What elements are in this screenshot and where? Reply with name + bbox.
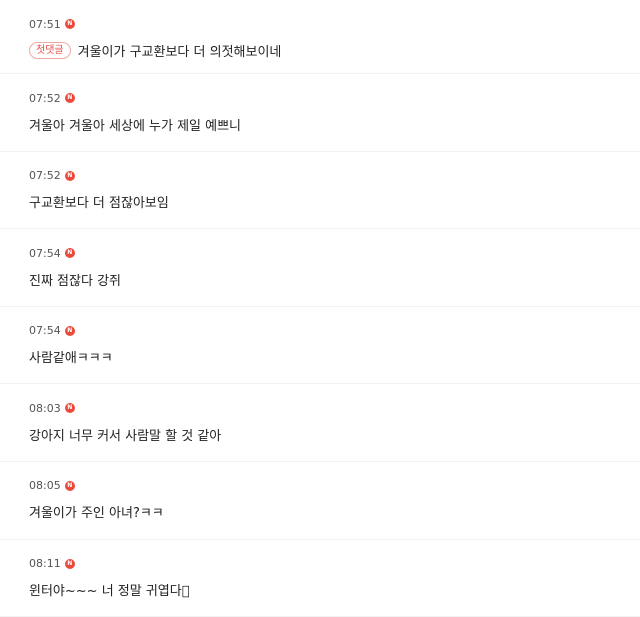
new-badge-icon: N xyxy=(64,170,75,181)
comment-item: 08:05 N 겨울이가 주인 아녀?ㅋㅋ xyxy=(0,462,640,540)
comment-meta: 08:11 N xyxy=(29,556,640,572)
comment-meta: 08:05 N xyxy=(29,478,640,494)
comment-time: 08:05 xyxy=(29,479,61,493)
comment-meta: 07:52 N xyxy=(29,168,640,184)
comment-text[interactable]: 윈터야~~~ 너 정말 귀엽다􀀀 xyxy=(29,580,190,599)
comment-time: 07:52 xyxy=(29,91,61,105)
comment-body: 윈터야~~~ 너 정말 귀엽다􀀀 xyxy=(29,580,640,600)
comment-body: 겨울이가 주인 아녀?ㅋㅋ xyxy=(29,502,640,522)
comment-meta: 08:03 N xyxy=(29,400,640,416)
new-badge-icon: N xyxy=(64,325,75,336)
comment-meta: 07:54 N xyxy=(29,245,640,261)
comment-body: 구교환보다 더 점잖아보임 xyxy=(29,192,640,212)
comment-text[interactable]: 구교환보다 더 점잖아보임 xyxy=(29,192,169,211)
new-badge-icon: N xyxy=(64,558,75,569)
new-badge-icon: N xyxy=(64,19,75,29)
comment-body: 강아지 너무 커서 사람말 할 것 같아 xyxy=(29,424,640,444)
comment-text[interactable]: 사람같애ㅋㅋㅋ xyxy=(29,347,113,366)
comment-item: 08:11 N 윈터야~~~ 너 정말 귀엽다􀀀 xyxy=(0,540,640,617)
comment-body: 겨울아 겨울아 세상에 누가 제일 예쁘니 xyxy=(29,114,640,134)
comment-text[interactable]: 겨울이가 주인 아녀?ㅋㅋ xyxy=(29,502,164,521)
comment-text[interactable]: 강아지 너무 커서 사람말 할 것 같아 xyxy=(29,425,221,444)
comment-time: 08:11 xyxy=(29,557,61,571)
comment-body: 진짜 점잖다 강쥐 xyxy=(29,269,640,289)
comment-body: 사람같애ㅋㅋㅋ xyxy=(29,347,640,367)
new-badge-icon: N xyxy=(64,403,75,414)
comment-body: 첫댓글 겨울이가 구교환보다 더 의젓해보이네 xyxy=(29,40,640,60)
comment-item: 07:54 N 진짜 점잖다 강쥐 xyxy=(0,229,640,307)
comment-time: 07:54 xyxy=(29,246,61,260)
comment-item: 07:52 N 겨울아 겨울아 세상에 누가 제일 예쁘니 xyxy=(0,74,640,152)
comment-meta: 07:54 N xyxy=(29,323,640,339)
comment-meta: 07:52 N xyxy=(29,90,640,106)
first-comment-badge: 첫댓글 xyxy=(29,41,71,59)
comment-time: 07:54 xyxy=(29,324,61,338)
comment-time: 08:03 xyxy=(29,401,61,415)
new-badge-icon: N xyxy=(64,93,75,103)
comment-item: 07:51 N 첫댓글 겨울이가 구교환보다 더 의젓해보이네 xyxy=(0,0,640,74)
comment-text[interactable]: 겨울아 겨울아 세상에 누가 제일 예쁘니 xyxy=(29,115,241,134)
comment-time: 07:51 xyxy=(29,17,61,31)
comment-item: 07:52 N 구교환보다 더 점잖아보임 xyxy=(0,152,640,230)
comment-text[interactable]: 겨울이가 구교환보다 더 의젓해보이네 xyxy=(78,41,282,60)
new-badge-icon: N xyxy=(64,248,75,259)
comment-item: 08:03 N 강아지 너무 커서 사람말 할 것 같아 xyxy=(0,384,640,462)
comment-text[interactable]: 진짜 점잖다 강쥐 xyxy=(29,270,121,289)
comment-time: 07:52 xyxy=(29,169,61,183)
comment-item: 07:54 N 사람같애ㅋㅋㅋ xyxy=(0,307,640,385)
new-badge-icon: N xyxy=(64,480,75,491)
comment-meta: 07:51 N xyxy=(29,16,640,32)
comment-list: 07:51 N 첫댓글 겨울이가 구교환보다 더 의젓해보이네 07:52 N … xyxy=(0,0,640,617)
